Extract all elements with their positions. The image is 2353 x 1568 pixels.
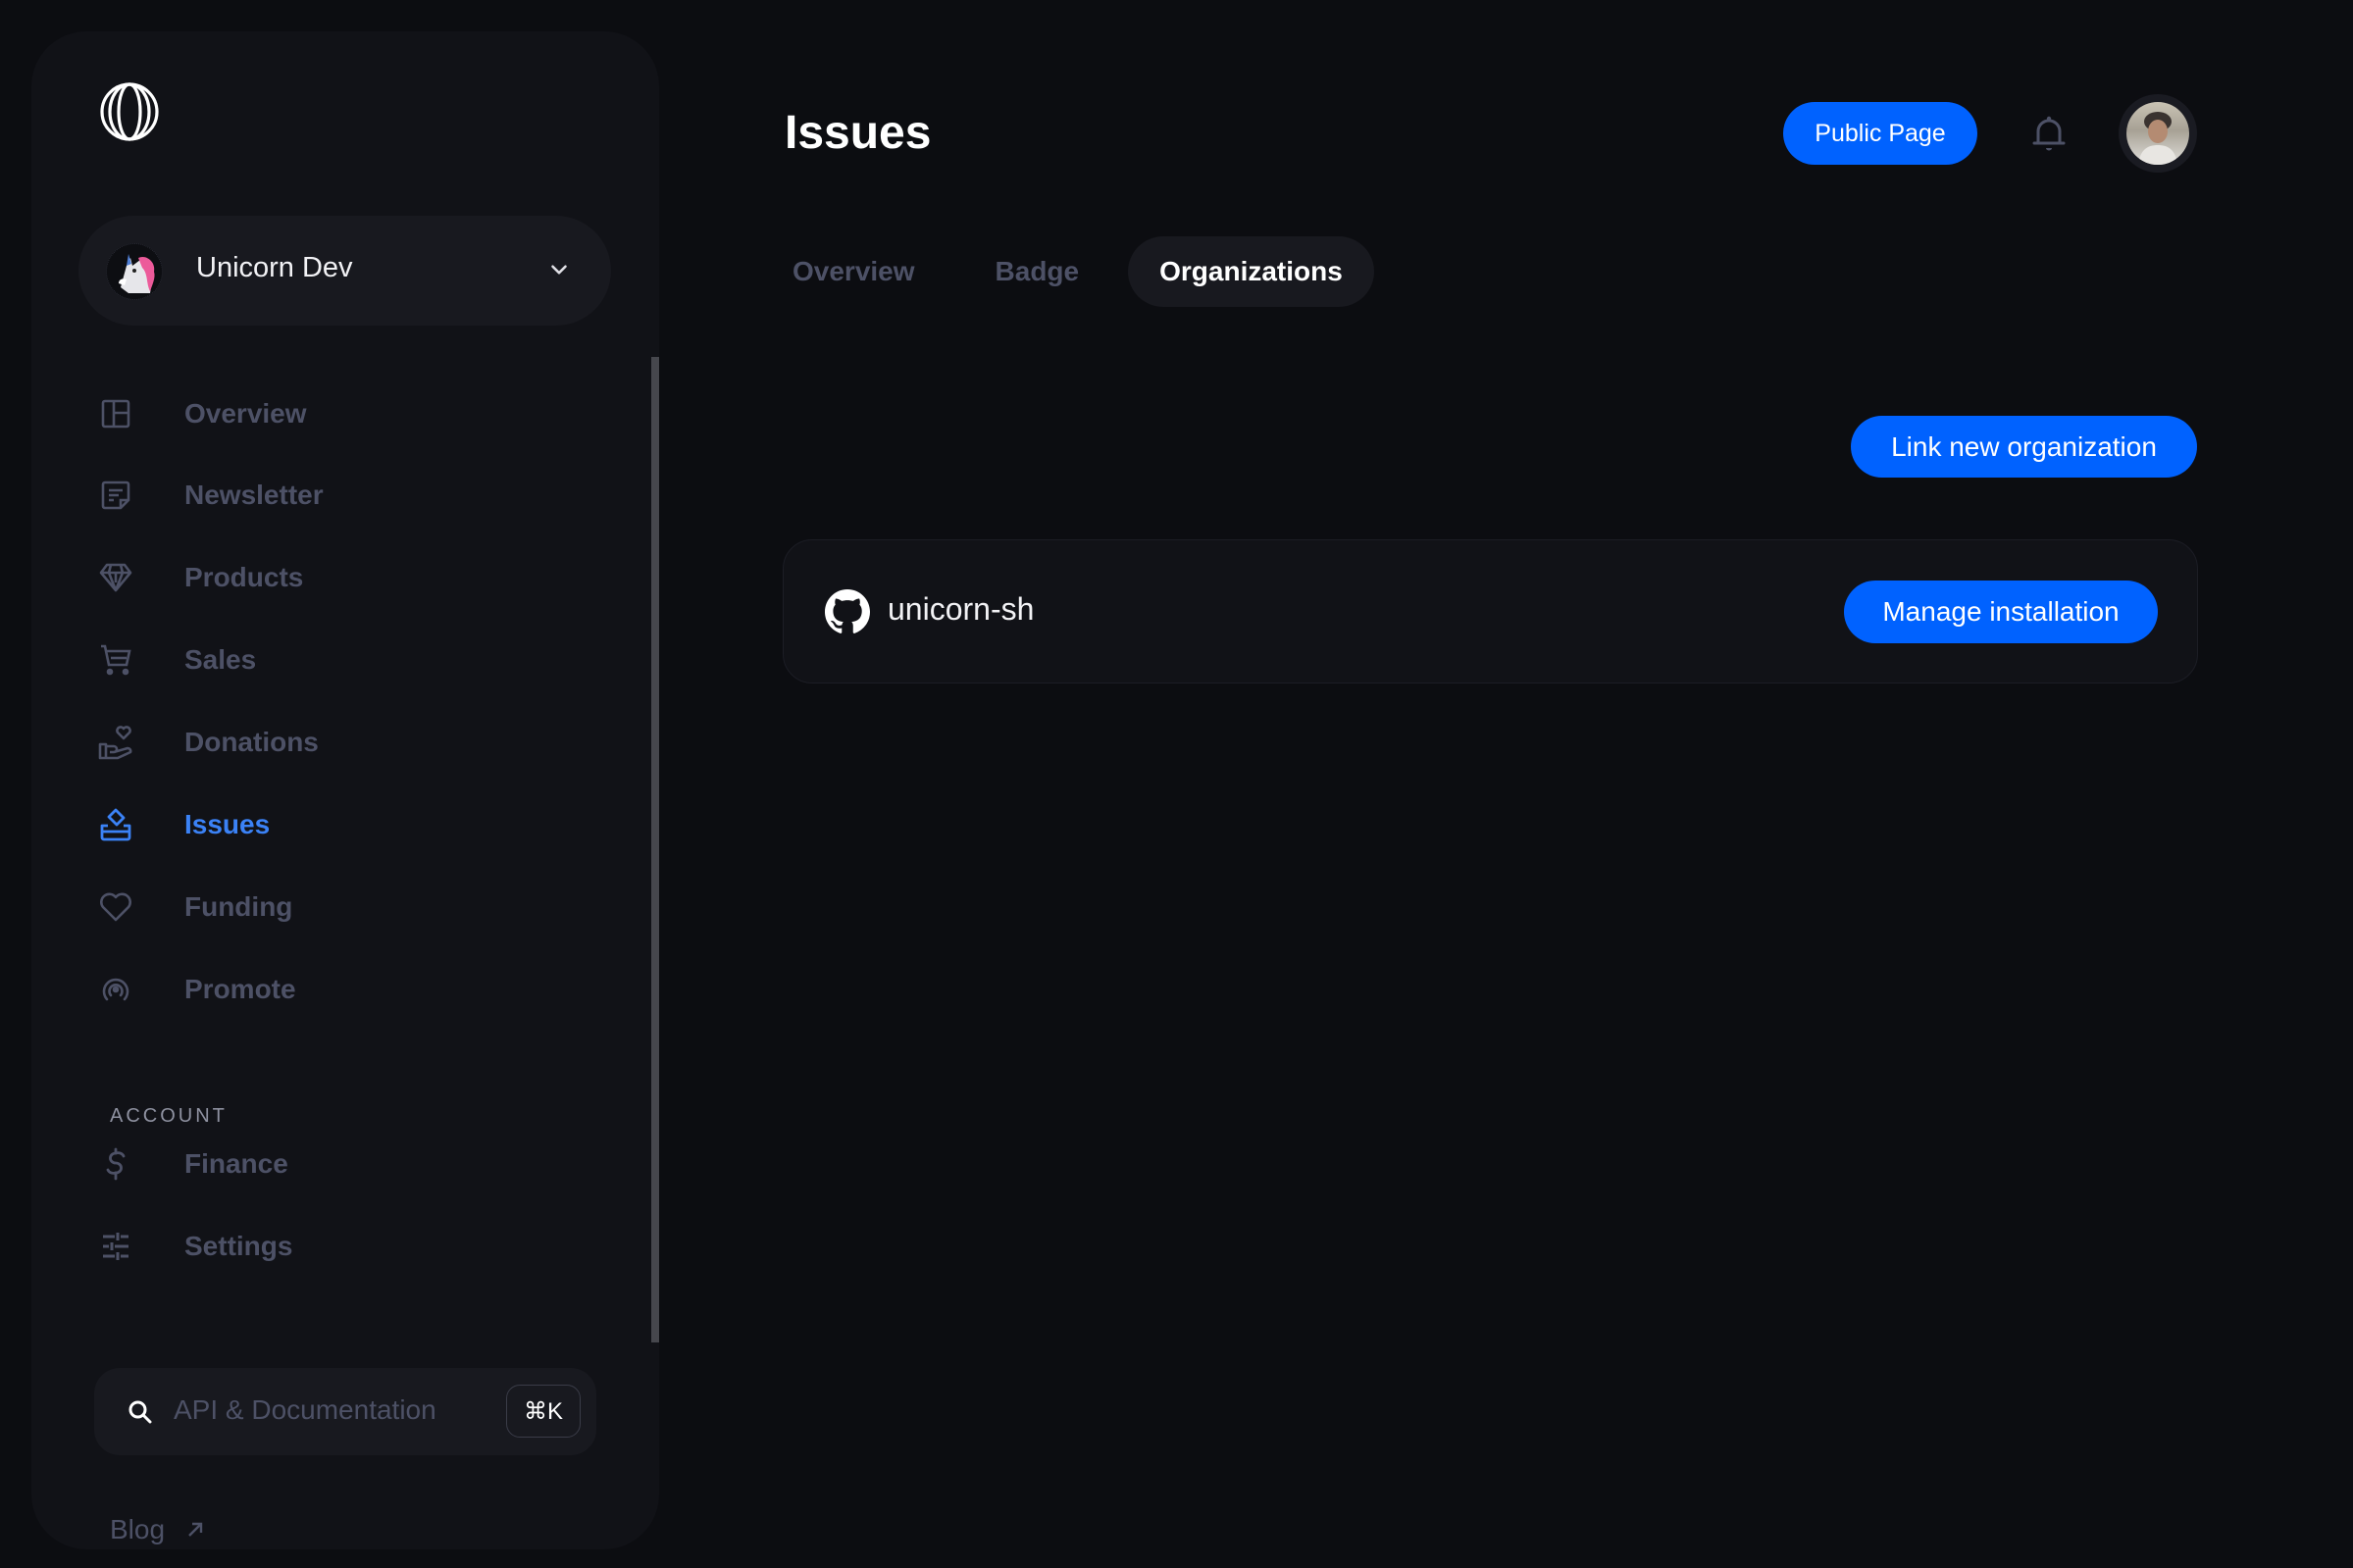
- sidebar-item-overview[interactable]: Overview: [98, 390, 307, 437]
- docs-search-input[interactable]: API & Documentation ⌘K: [94, 1368, 596, 1455]
- sidebar-item-label: Donations: [184, 727, 319, 757]
- sidebar-item-settings[interactable]: Settings: [98, 1223, 292, 1270]
- cart-icon: [98, 642, 133, 678]
- external-arrow-icon: [188, 1522, 203, 1537]
- ballot-icon: [98, 807, 133, 842]
- bell-icon[interactable]: [2030, 114, 2068, 153]
- sliders-icon: [98, 1229, 133, 1264]
- sidebar: Unicorn Dev Overview Newsletter Products…: [31, 31, 659, 1549]
- account-section-label: ACCOUNT: [110, 1105, 228, 1127]
- tab-overview[interactable]: Overview: [765, 236, 946, 307]
- tab-bar: Overview Badge Organizations: [765, 229, 1392, 314]
- sidebar-item-issues[interactable]: Issues: [98, 801, 270, 848]
- unicorn-avatar-icon: [106, 243, 163, 300]
- sidebar-item-donations[interactable]: Donations: [98, 719, 319, 766]
- dollar-icon: [98, 1146, 133, 1182]
- sidebar-item-label: Settings: [184, 1231, 293, 1261]
- user-avatar[interactable]: [2119, 94, 2197, 173]
- heart-icon: [98, 889, 133, 925]
- blog-link[interactable]: Blog: [110, 1514, 204, 1545]
- tab-badge[interactable]: Badge: [964, 236, 1111, 307]
- search-icon: [128, 1400, 152, 1424]
- chevron-down-icon: [551, 265, 567, 275]
- public-page-button[interactable]: Public Page: [1783, 102, 1977, 165]
- user-photo: [2126, 102, 2189, 165]
- sidebar-item-label: Overview: [184, 398, 307, 429]
- workspace-name: Unicorn Dev: [196, 252, 353, 283]
- polar-logo-icon[interactable]: [99, 81, 160, 142]
- blog-link-label: Blog: [110, 1514, 166, 1544]
- page-title: Issues: [785, 107, 932, 159]
- hand-heart-icon: [98, 725, 133, 760]
- sidebar-item-finance[interactable]: Finance: [98, 1140, 288, 1188]
- diamond-icon: [98, 560, 133, 595]
- sidebar-scrollbar[interactable]: [651, 357, 659, 1342]
- sidebar-item-label: Sales: [184, 644, 257, 675]
- organization-name: unicorn-sh: [888, 591, 1035, 627]
- sidebar-item-newsletter[interactable]: Newsletter: [98, 472, 324, 519]
- sidebar-item-label: Promote: [184, 974, 296, 1004]
- sidebar-item-label: Issues: [184, 809, 271, 839]
- tab-organizations[interactable]: Organizations: [1128, 236, 1374, 307]
- sidebar-item-sales[interactable]: Sales: [98, 636, 256, 683]
- sidebar-item-promote[interactable]: Promote: [98, 966, 296, 1013]
- sidebar-item-label: Finance: [184, 1148, 288, 1179]
- layout-icon: [98, 396, 133, 431]
- sidebar-item-label: Products: [184, 562, 304, 592]
- search-placeholder: API & Documentation: [174, 1394, 436, 1425]
- sidebar-item-products[interactable]: Products: [98, 554, 303, 601]
- github-icon: [825, 589, 870, 633]
- manage-installation-button[interactable]: Manage installation: [1844, 581, 2158, 643]
- note-icon: [98, 478, 133, 513]
- broadcast-icon: [98, 972, 133, 1007]
- sidebar-item-funding[interactable]: Funding: [98, 884, 292, 931]
- workspace-selector[interactable]: Unicorn Dev: [78, 216, 611, 326]
- sidebar-item-label: Newsletter: [184, 480, 324, 510]
- link-new-organization-button[interactable]: Link new organization: [1851, 416, 2197, 478]
- organization-card: unicorn-sh Manage installation: [783, 539, 2198, 683]
- sidebar-item-label: Funding: [184, 891, 293, 922]
- keyboard-shortcut-badge: ⌘K: [506, 1385, 581, 1438]
